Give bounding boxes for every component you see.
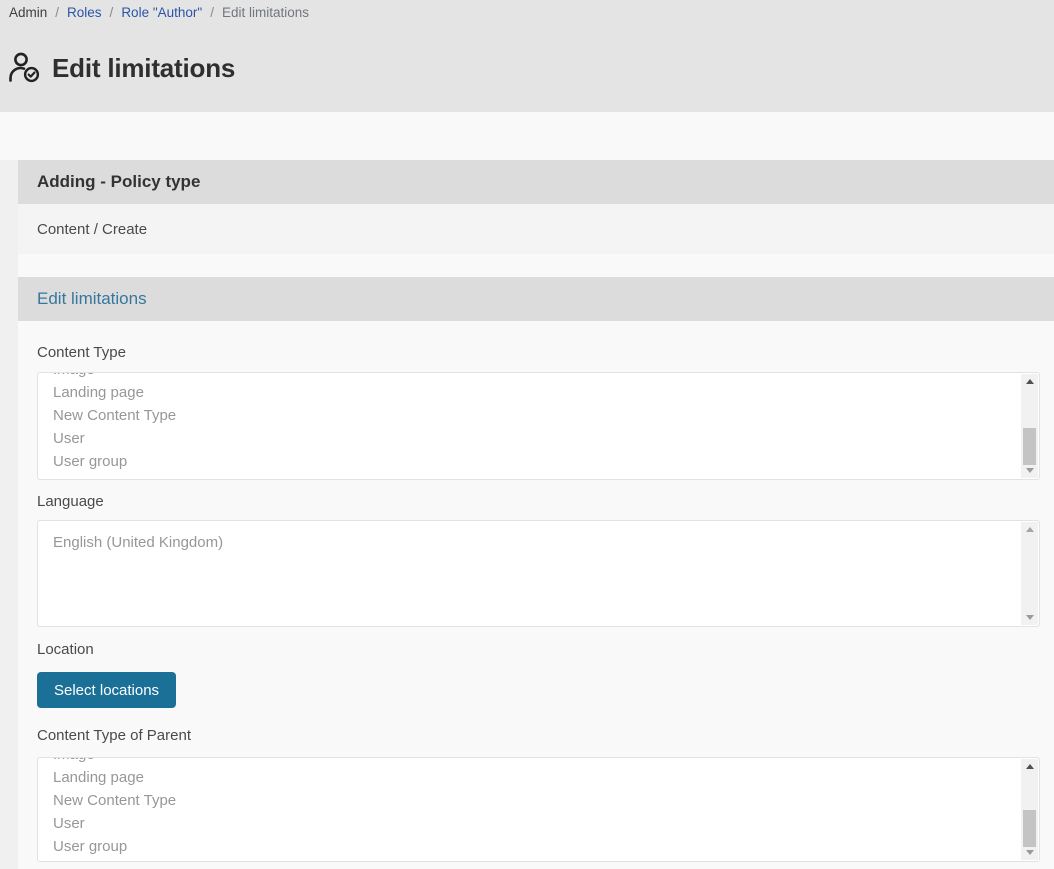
scroll-up-button[interactable] bbox=[1021, 522, 1038, 537]
content-type-of-parent-options: Image Landing page New Content Type User… bbox=[38, 757, 1039, 858]
option-item[interactable]: User bbox=[38, 427, 1039, 450]
breadcrumb: Admin / Roles / Role "Author" / Edit lim… bbox=[9, 5, 309, 20]
option-item[interactable]: User bbox=[38, 812, 1039, 835]
option-item[interactable]: Landing page bbox=[38, 381, 1039, 404]
left-gutter bbox=[0, 160, 18, 869]
scrollbar-thumb[interactable] bbox=[1023, 428, 1036, 465]
option-item[interactable]: User group bbox=[38, 450, 1039, 473]
breadcrumb-current: Edit limitations bbox=[222, 5, 309, 20]
scroll-up-button[interactable] bbox=[1021, 759, 1038, 774]
option-item[interactable]: Image bbox=[38, 372, 1039, 381]
scrollbar[interactable] bbox=[1021, 374, 1038, 478]
edit-limitations-section-header: Edit limitations bbox=[18, 277, 1054, 321]
scroll-up-button[interactable] bbox=[1021, 374, 1038, 389]
scroll-down-button[interactable] bbox=[1021, 610, 1038, 625]
scroll-down-button[interactable] bbox=[1021, 845, 1038, 860]
breadcrumb-separator: / bbox=[110, 5, 114, 20]
scrollbar[interactable] bbox=[1021, 522, 1038, 625]
scrollbar-thumb[interactable] bbox=[1023, 810, 1036, 847]
option-item[interactable]: Image bbox=[38, 757, 1039, 766]
scroll-down-button[interactable] bbox=[1021, 463, 1038, 478]
page-header: Admin / Roles / Role "Author" / Edit lim… bbox=[0, 0, 1054, 112]
option-item[interactable]: New Content Type bbox=[38, 789, 1039, 812]
breadcrumb-separator: / bbox=[55, 5, 59, 20]
page-title: Edit limitations bbox=[52, 53, 235, 84]
language-multiselect[interactable]: English (United Kingdom) bbox=[37, 520, 1040, 627]
breadcrumb-roles[interactable]: Roles bbox=[67, 5, 102, 20]
breadcrumb-role-author[interactable]: Role "Author" bbox=[121, 5, 202, 20]
option-item[interactable]: New Content Type bbox=[38, 404, 1039, 427]
content-type-options: Image Landing page New Content Type User… bbox=[38, 372, 1039, 473]
user-checked-icon bbox=[7, 50, 43, 86]
policy-type-value: Content / Create bbox=[18, 204, 1054, 254]
option-item[interactable]: English (United Kingdom) bbox=[38, 531, 1039, 554]
scrollbar[interactable] bbox=[1021, 759, 1038, 860]
option-item[interactable]: User group bbox=[38, 835, 1039, 858]
content-type-of-parent-multiselect[interactable]: Image Landing page New Content Type User… bbox=[37, 757, 1040, 862]
language-label: Language bbox=[37, 493, 104, 510]
breadcrumb-separator: / bbox=[210, 5, 214, 20]
policy-type-section-header: Adding - Policy type bbox=[18, 160, 1054, 204]
option-item[interactable]: Landing page bbox=[38, 766, 1039, 789]
content-type-multiselect[interactable]: Image Landing page New Content Type User… bbox=[37, 372, 1040, 480]
location-label: Location bbox=[37, 641, 94, 658]
content-type-of-parent-label: Content Type of Parent bbox=[37, 727, 191, 744]
select-locations-button[interactable]: Select locations bbox=[37, 672, 176, 708]
content-type-label: Content Type bbox=[37, 344, 126, 361]
language-options: English (United Kingdom) bbox=[38, 521, 1039, 554]
main-content: Adding - Policy type Content / Create Ed… bbox=[0, 112, 1054, 869]
breadcrumb-admin[interactable]: Admin bbox=[9, 5, 47, 20]
